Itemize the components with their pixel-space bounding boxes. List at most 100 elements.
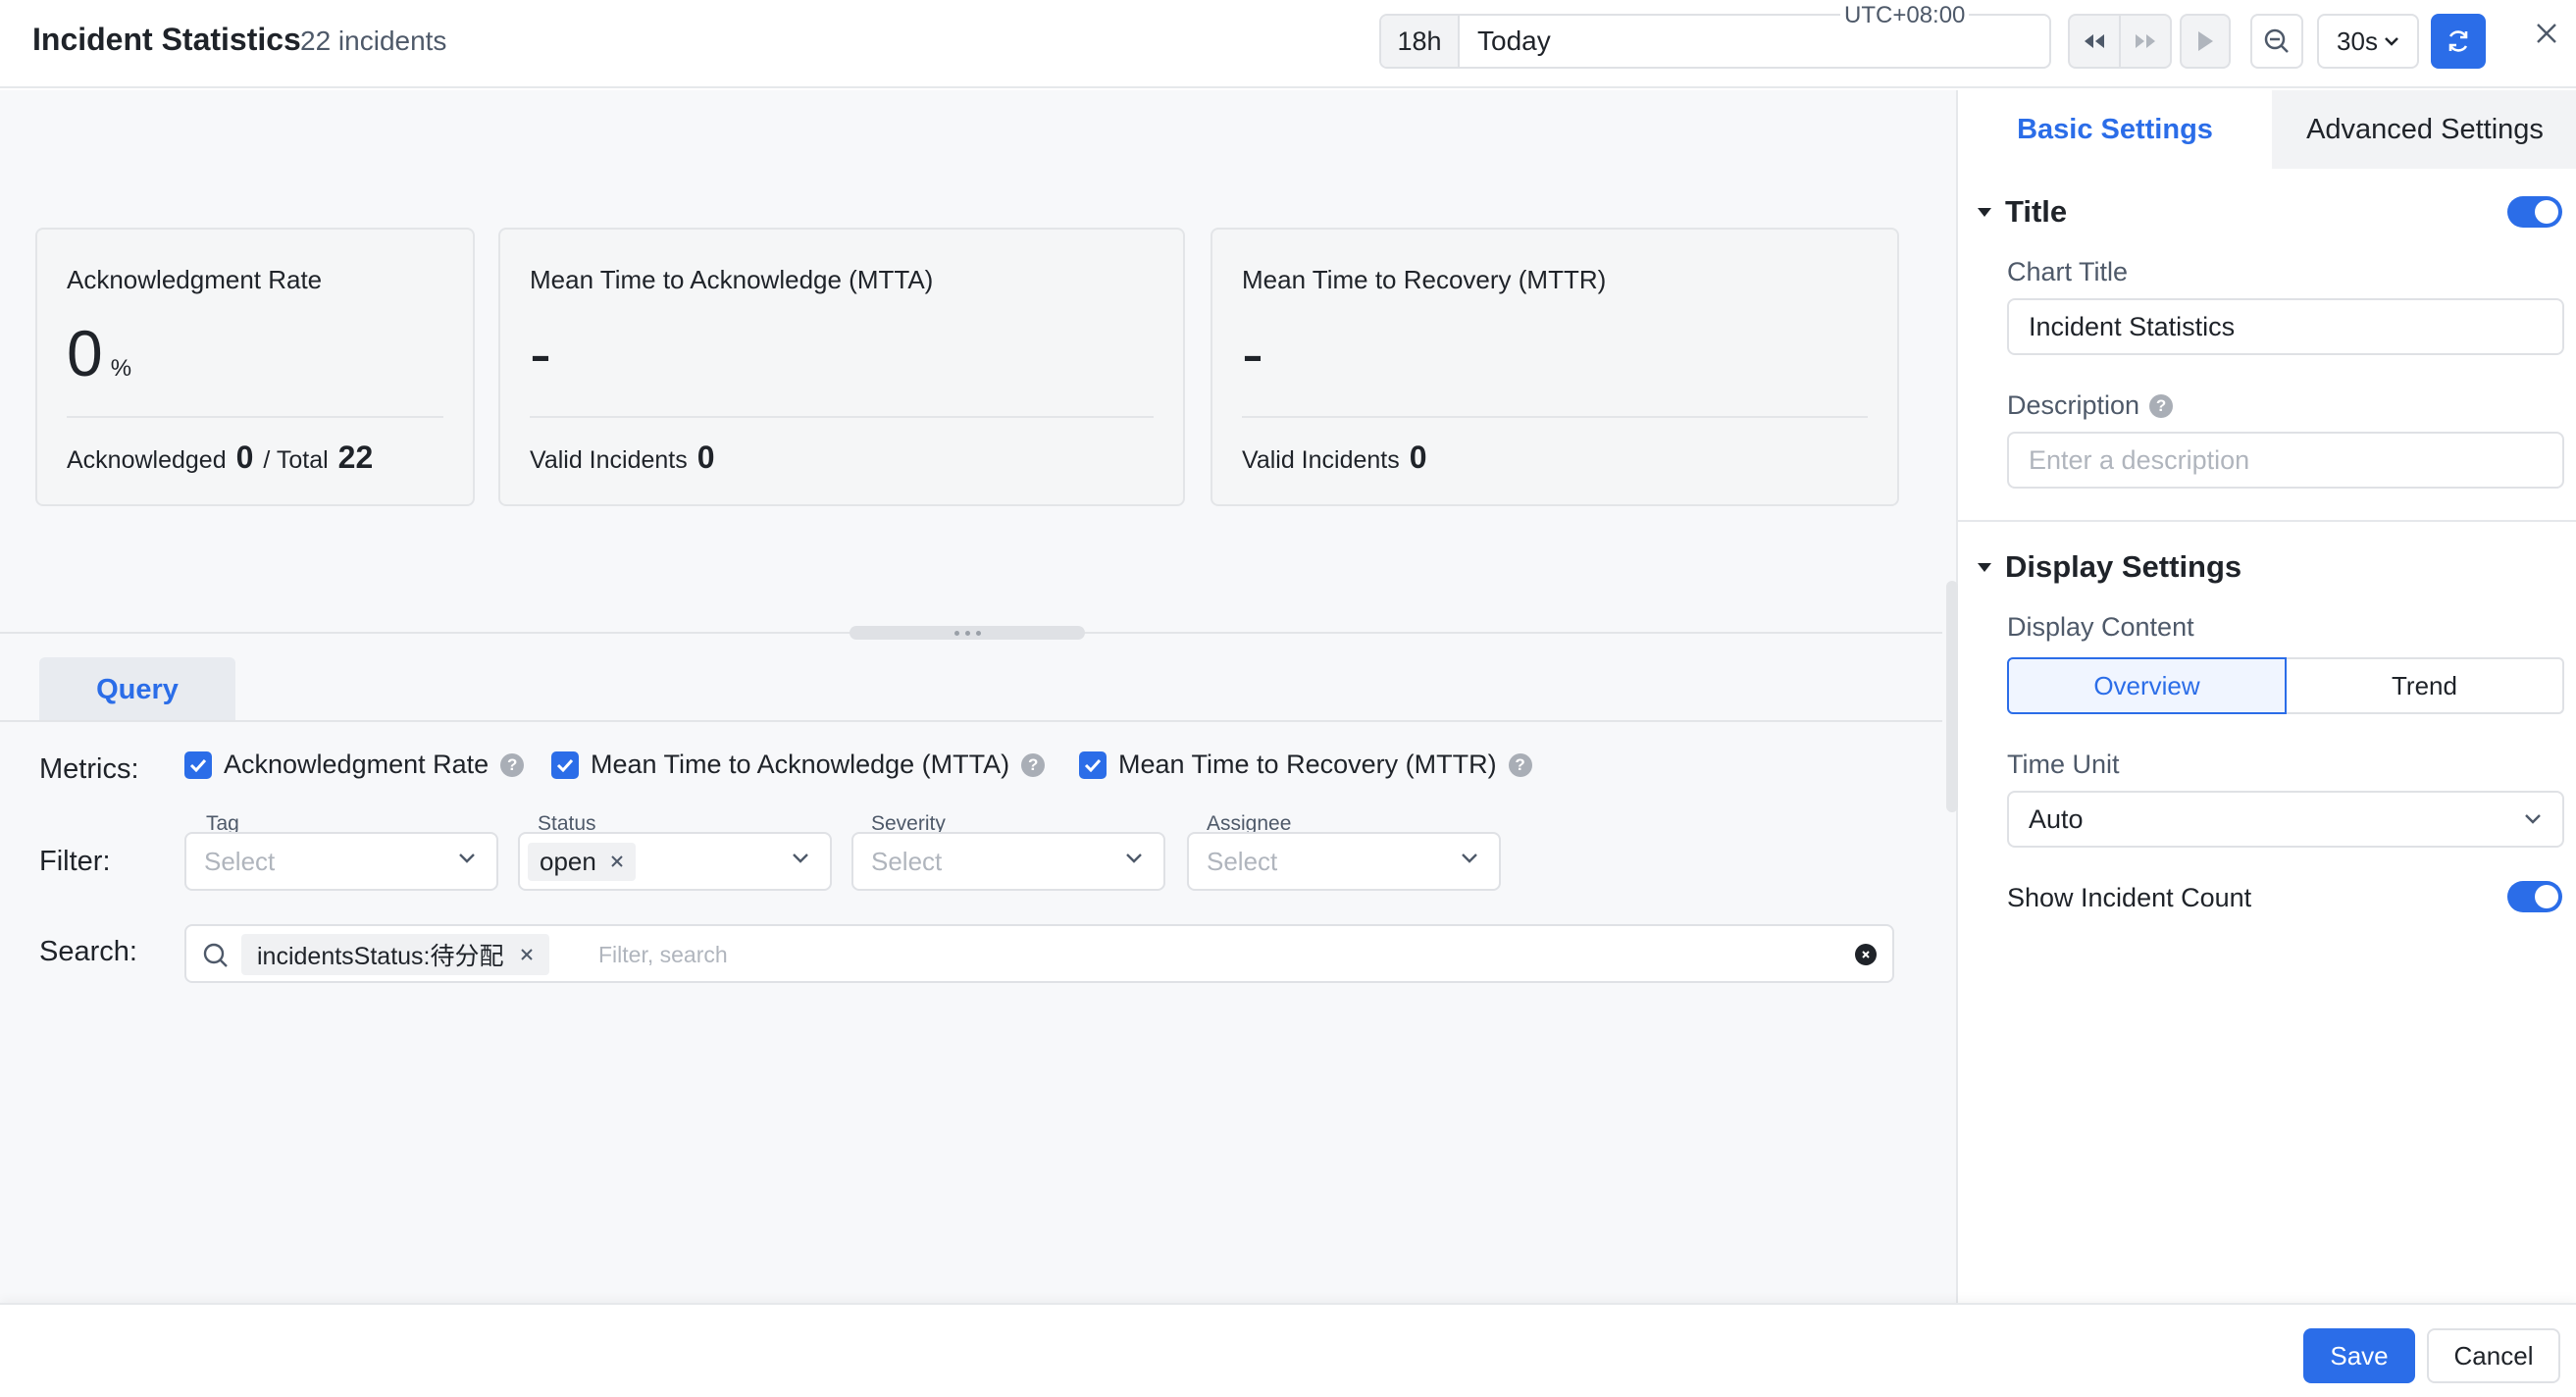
refresh-interval-select[interactable]: 30s bbox=[2317, 14, 2419, 69]
display-content-segmented: Overview Trend bbox=[2007, 657, 2564, 714]
show-incident-count-toggle[interactable] bbox=[2507, 881, 2562, 912]
checkbox-checked-icon[interactable] bbox=[184, 750, 212, 779]
chart-title-label: Chart Title bbox=[2007, 257, 2129, 286]
card-unit: % bbox=[110, 355, 132, 382]
rewind-icon[interactable] bbox=[2070, 16, 2119, 67]
card-title: Mean Time to Acknowledge (MTTA) bbox=[530, 265, 934, 294]
section-divider bbox=[1958, 520, 2576, 522]
settings-panel: Basic Settings Advanced Settings Title C… bbox=[1946, 90, 2576, 1303]
card-title: Acknowledgment Rate bbox=[67, 265, 323, 294]
cancel-button[interactable]: Cancel bbox=[2427, 1328, 2560, 1383]
search-input[interactable]: incidentsStatus:待分配 Filter, search bbox=[184, 924, 1894, 983]
refresh-interval-value: 30s bbox=[2337, 26, 2378, 56]
help-icon[interactable]: ? bbox=[500, 752, 525, 777]
refresh-icon bbox=[2448, 30, 2468, 52]
time-unit-value: Auto bbox=[2029, 803, 2084, 834]
title-section-header[interactable]: Title bbox=[1978, 194, 2067, 230]
mttr-card: Mean Time to Recovery (MTTR) - Valid Inc… bbox=[1211, 228, 1899, 506]
help-icon[interactable]: ? bbox=[1021, 752, 1046, 777]
play-button[interactable] bbox=[2180, 14, 2231, 69]
total-value: 22 bbox=[337, 440, 374, 475]
metric-ack-rate[interactable]: Acknowledgment Rate ? bbox=[184, 750, 525, 780]
close-icon bbox=[2537, 24, 2556, 43]
checkbox-checked-icon[interactable] bbox=[551, 750, 579, 779]
panel-resize-handle[interactable] bbox=[1946, 581, 1958, 812]
time-range-text[interactable]: Today bbox=[1460, 16, 1551, 67]
zoom-out-button[interactable] bbox=[2250, 14, 2303, 69]
footer-bar: Save Cancel bbox=[0, 1303, 2576, 1397]
tab-basic-settings[interactable]: Basic Settings bbox=[1958, 90, 2272, 169]
search-label: Search: bbox=[39, 936, 137, 967]
valid-incidents-label: Valid Incidents bbox=[530, 446, 688, 474]
display-option-overview[interactable]: Overview bbox=[2007, 657, 2287, 714]
resize-handle[interactable] bbox=[850, 626, 1085, 640]
chevron-down-icon bbox=[1126, 854, 1142, 863]
zoom-out-icon bbox=[2264, 28, 2289, 53]
tab-advanced-settings[interactable]: Advanced Settings bbox=[2272, 90, 2576, 169]
tag-select-placeholder: Select bbox=[204, 846, 276, 876]
refresh-button[interactable] bbox=[2431, 14, 2486, 69]
chevron-down-icon bbox=[793, 854, 808, 863]
quick-range-button[interactable]: 18h bbox=[1381, 16, 1460, 67]
display-section-header[interactable]: Display Settings bbox=[1978, 549, 2241, 585]
metric-label: Mean Time to Recovery (MTTR) bbox=[1118, 750, 1497, 779]
assignee-select-placeholder: Select bbox=[1207, 846, 1278, 876]
chevron-down-icon bbox=[1462, 854, 1477, 863]
display-option-trend[interactable]: Trend bbox=[2287, 657, 2564, 714]
title-section-label: Title bbox=[2005, 194, 2068, 229]
timezone-label: UTC+08:00 bbox=[1840, 2, 1970, 29]
ack-rate-card: Acknowledgment Rate 0% Acknowledged 0 / … bbox=[35, 228, 475, 506]
chart-title-input[interactable]: Incident Statistics bbox=[2007, 298, 2564, 355]
search-chip-label: incidentsStatus:待分配 bbox=[257, 943, 504, 970]
card-divider bbox=[67, 416, 443, 418]
status-chip-label: open bbox=[540, 846, 596, 876]
tag-select[interactable]: Select bbox=[184, 832, 498, 891]
page-title: Incident Statistics bbox=[32, 22, 301, 57]
card-footer: Valid Incidents 0 bbox=[1242, 440, 1427, 476]
status-chip[interactable]: open bbox=[528, 842, 636, 881]
chevron-down-icon bbox=[2525, 814, 2541, 824]
status-select[interactable]: open bbox=[518, 832, 832, 891]
play-icon bbox=[2198, 31, 2213, 51]
display-content-label: Display Content bbox=[2007, 612, 2194, 642]
card-footer: Acknowledged 0 / Total 22 bbox=[67, 440, 373, 476]
help-icon[interactable]: ? bbox=[1508, 752, 1532, 777]
card-title: Mean Time to Recovery (MTTR) bbox=[1242, 265, 1607, 294]
tab-query[interactable]: Query bbox=[39, 657, 235, 722]
chevron-down-icon bbox=[2385, 37, 2398, 46]
severity-select[interactable]: Select bbox=[851, 832, 1165, 891]
acknowledged-value: 0 bbox=[235, 440, 254, 475]
title-toggle[interactable] bbox=[2507, 196, 2562, 228]
fast-forward-icon[interactable] bbox=[2119, 16, 2170, 67]
time-shift-group bbox=[2068, 14, 2172, 69]
card-divider bbox=[1242, 416, 1868, 418]
save-button[interactable]: Save bbox=[2303, 1328, 2415, 1383]
checkbox-checked-icon[interactable] bbox=[1079, 750, 1107, 779]
help-icon[interactable]: ? bbox=[2149, 393, 2174, 418]
valid-incidents-label: Valid Incidents bbox=[1242, 446, 1400, 474]
filter-label: Filter: bbox=[39, 846, 111, 877]
valid-incidents-value: 0 bbox=[1409, 440, 1427, 475]
clear-search-icon[interactable] bbox=[1855, 944, 1877, 965]
caret-down-icon bbox=[1978, 207, 1991, 217]
metrics-label: Metrics: bbox=[39, 753, 139, 785]
close-button[interactable] bbox=[2529, 16, 2564, 51]
mtta-card: Mean Time to Acknowledge (MTTA) - Valid … bbox=[498, 228, 1185, 506]
query-tab-divider bbox=[0, 720, 1942, 722]
description-input[interactable]: Enter a description bbox=[2007, 432, 2564, 489]
metric-mtta[interactable]: Mean Time to Acknowledge (MTTA) ? bbox=[551, 750, 1046, 780]
search-placeholder: Filter, search bbox=[598, 942, 728, 967]
settings-tabs: Basic Settings Advanced Settings bbox=[1958, 90, 2576, 169]
caret-down-icon bbox=[1978, 562, 1991, 572]
metric-mttr[interactable]: Mean Time to Recovery (MTTR) ? bbox=[1079, 750, 1532, 780]
severity-select-placeholder: Select bbox=[871, 846, 943, 876]
acknowledged-label: Acknowledged bbox=[67, 446, 227, 474]
preview-area: Acknowledgment Rate 0% Acknowledged 0 / … bbox=[0, 90, 1956, 1303]
description-label: Description ? bbox=[2007, 390, 2174, 421]
search-chip[interactable]: incidentsStatus:待分配 bbox=[241, 934, 549, 975]
display-section-label: Display Settings bbox=[2005, 549, 2242, 584]
close-icon bbox=[520, 949, 533, 960]
assignee-select[interactable]: Select bbox=[1187, 832, 1501, 891]
time-unit-select[interactable]: Auto bbox=[2007, 791, 2564, 848]
card-divider bbox=[530, 416, 1154, 418]
